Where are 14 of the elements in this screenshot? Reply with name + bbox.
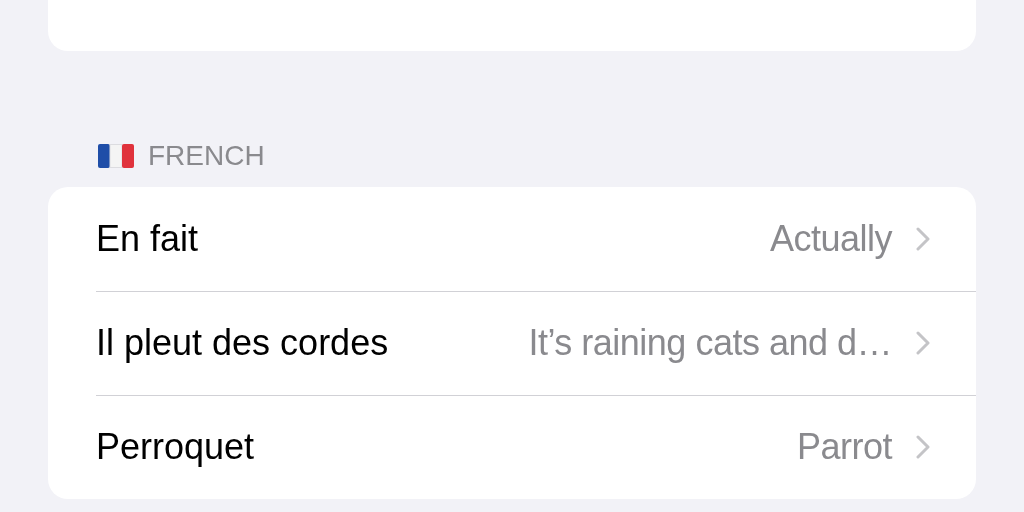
section-header: FRENCH	[148, 139, 265, 173]
list-row[interactable]: Perroquet Parrot	[48, 395, 976, 499]
chevron-icon	[916, 435, 930, 459]
row-value: Parrot	[795, 425, 892, 469]
row-label: En fait	[96, 217, 199, 261]
row-label: Il pleut des cordes	[96, 321, 389, 365]
list-row[interactable]: En fait Actually	[48, 187, 976, 291]
flag-icon	[98, 144, 134, 168]
row-value: Actually	[768, 217, 892, 261]
row-label: Perroquet	[96, 425, 255, 469]
row-value: It’s raining cats and d…	[527, 321, 892, 365]
chevron-icon	[916, 227, 930, 251]
list-row[interactable]: Il pleut des cordes It’s raining cats and d…	[48, 291, 976, 395]
chevron-icon	[916, 331, 930, 355]
